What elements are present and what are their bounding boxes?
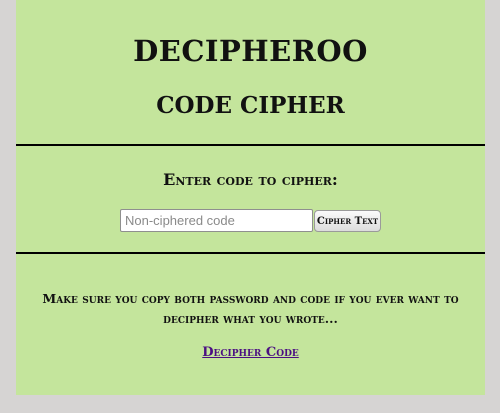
decipher-link-container: Decipher Code	[16, 345, 485, 360]
decipher-code-link[interactable]: Decipher Code	[202, 345, 299, 360]
app-title: DECIPHEROO	[133, 34, 368, 68]
copy-warning-text: Make sure you copy both password and cod…	[42, 291, 459, 326]
cipher-text-button[interactable]: Cipher Text	[314, 210, 381, 232]
top-divider	[16, 144, 485, 146]
bottom-divider	[16, 252, 485, 254]
main-panel: DECIPHEROO CODE CIPHER Enter code to cip…	[16, 0, 485, 395]
page-heading: CODE CIPHER	[156, 92, 345, 119]
code-input[interactable]	[120, 209, 313, 232]
cipher-prompt-label: Enter code to cipher:	[163, 170, 338, 189]
